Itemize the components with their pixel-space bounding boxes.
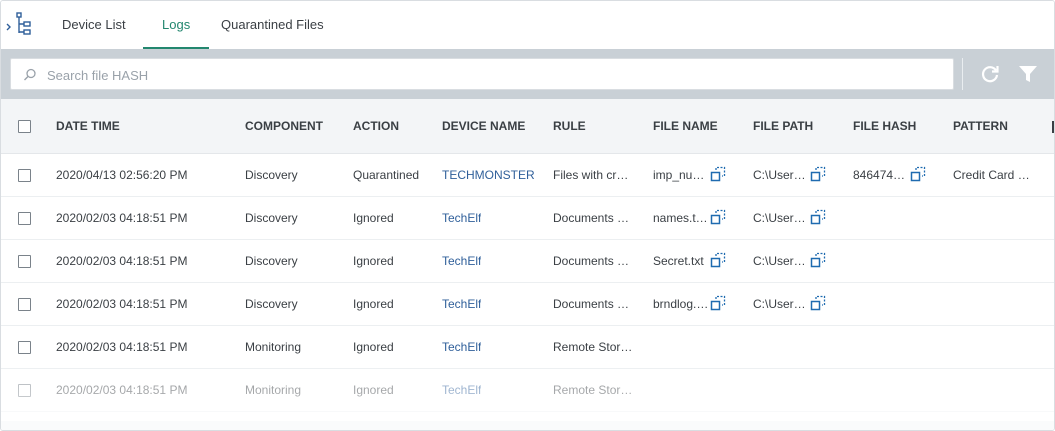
header-component[interactable]: COMPONENT (245, 99, 323, 153)
cell-action: Ignored (353, 254, 394, 268)
copy-icon[interactable] (810, 252, 826, 268)
cell-device-name[interactable]: TechElf (442, 369, 481, 411)
cell-file-path: C:\User… (753, 211, 806, 225)
cell-file-path: C:\User… (753, 297, 806, 311)
cell-component: Monitoring (245, 340, 302, 354)
table-header: DATE TIME COMPONENT ACTION DEVICE NAME R… (1, 99, 1054, 154)
toolbar-divider (962, 58, 963, 90)
table-row[interactable]: 2020/02/03 04:18:51 PM Discovery Ignored Te… (1, 283, 1054, 326)
row-checkbox[interactable] (18, 212, 31, 225)
cell-action: Ignored (353, 211, 394, 225)
cell-rule: Files with cr… (553, 168, 629, 182)
header-file-path[interactable]: FILE PATH (753, 99, 813, 153)
header-file-name[interactable]: FILE NAME (653, 99, 718, 153)
cell-action: Ignored (353, 340, 394, 354)
tab-device-list[interactable]: Device List (43, 1, 145, 49)
cell-pattern (953, 240, 1033, 282)
copy-icon[interactable] (710, 209, 726, 225)
cell-action: Ignored (353, 383, 394, 397)
cell-component: Discovery (245, 297, 298, 311)
cell-date-time: 2020/02/03 04:18:51 PM (56, 297, 188, 311)
cell-rule: Remote Stor… (553, 340, 631, 354)
tab-quarantined-files[interactable]: Quarantined Files (202, 1, 343, 49)
select-all-checkbox[interactable] (18, 120, 31, 133)
row-checkbox[interactable] (18, 169, 31, 182)
header-next-column-edge (1052, 121, 1054, 133)
table-row[interactable]: 2020/02/03 04:18:51 PM Monitoring Ignored T… (1, 326, 1054, 369)
horizontal-scrollbar[interactable] (1, 421, 1054, 430)
cell-action: Ignored (353, 297, 394, 311)
copy-icon[interactable] (810, 295, 826, 311)
cell-action: Quarantined (353, 168, 420, 182)
cell-device-name[interactable]: TechElf (442, 240, 481, 282)
filter-icon[interactable] (1016, 62, 1040, 86)
cell-device-name[interactable]: TechElf (442, 197, 481, 239)
search-icon (24, 68, 36, 81)
cell-rule: Documents … (553, 211, 630, 225)
header-file-hash[interactable]: FILE HASH (853, 99, 916, 153)
header-pattern[interactable]: PATTERN (953, 99, 1008, 153)
cell-rule: Documents … (553, 297, 630, 311)
table-row[interactable]: 2020/02/03 04:18:51 PM Discovery Ignored Te… (1, 240, 1054, 283)
row-checkbox[interactable] (18, 384, 31, 397)
cell-pattern (953, 369, 1033, 411)
header-rule[interactable]: RULE (553, 99, 586, 153)
cell-file-name: brndlog.… (653, 297, 709, 311)
copy-icon[interactable] (910, 166, 926, 182)
cell-date-time: 2020/02/03 04:18:51 PM (56, 340, 188, 354)
cell-device-name[interactable]: TechElf (442, 326, 481, 368)
table-row[interactable]: 2020/04/13 02:56:20 PM Discovery Quarantin… (1, 154, 1054, 197)
header-date-time[interactable]: DATE TIME (56, 99, 120, 153)
cell-date-time: 2020/02/03 04:18:51 PM (56, 383, 188, 397)
cell-date-time: 2020/04/13 02:56:20 PM (56, 168, 188, 182)
toolbar (1, 49, 1054, 99)
cell-component: Discovery (245, 254, 298, 268)
cell-file-name: Secret.txt (653, 254, 704, 268)
copy-icon[interactable] (810, 166, 826, 182)
row-checkbox[interactable] (18, 255, 31, 268)
cell-pattern: Credit Card … (953, 168, 1030, 182)
copy-icon[interactable] (710, 295, 726, 311)
search-box (10, 58, 954, 91)
header-action[interactable]: ACTION (353, 99, 399, 153)
table-row[interactable]: 2020/02/03 04:18:51 PM Discovery Ignored Te… (1, 197, 1054, 240)
cell-component: Discovery (245, 168, 298, 182)
cell-rule: Remote Stor… (553, 383, 631, 397)
copy-icon[interactable] (810, 209, 826, 225)
tree-icon[interactable] (5, 11, 35, 39)
row-checkbox[interactable] (18, 341, 31, 354)
cell-component: Monitoring (245, 383, 302, 397)
tab-logs[interactable]: Logs (143, 1, 210, 49)
cell-date-time: 2020/02/03 04:18:51 PM (56, 211, 188, 225)
cell-pattern (953, 326, 1033, 368)
cell-file-hash: 846474… (853, 168, 906, 182)
cell-device-name[interactable]: TechElf (442, 283, 481, 325)
refresh-icon[interactable] (978, 62, 1002, 86)
header-device-name[interactable]: DEVICE NAME (442, 99, 525, 153)
copy-icon[interactable] (710, 166, 726, 182)
cell-pattern (953, 197, 1033, 239)
cell-file-name: imp_nu… (653, 168, 705, 182)
search-input[interactable] (45, 59, 949, 91)
cell-pattern (953, 283, 1033, 325)
logs-panel: Device List Logs Quarantined Files Searc… (0, 0, 1055, 431)
table-row[interactable]: 2020/02/03 04:18:51 PM Monitoring Ignored T… (1, 369, 1054, 412)
cell-component: Discovery (245, 211, 298, 225)
cell-file-path: C:\User… (753, 254, 806, 268)
tab-bar: Device List Logs Quarantined Files (1, 1, 1054, 49)
cell-file-path: C:\User… (753, 168, 806, 182)
row-checkbox[interactable] (18, 298, 31, 311)
cell-rule: Documents … (553, 254, 630, 268)
cell-date-time: 2020/02/03 04:18:51 PM (56, 254, 188, 268)
cell-device-name[interactable]: TECHMONSTER (442, 154, 535, 196)
copy-icon[interactable] (710, 252, 726, 268)
cell-file-name: names.t… (653, 211, 708, 225)
